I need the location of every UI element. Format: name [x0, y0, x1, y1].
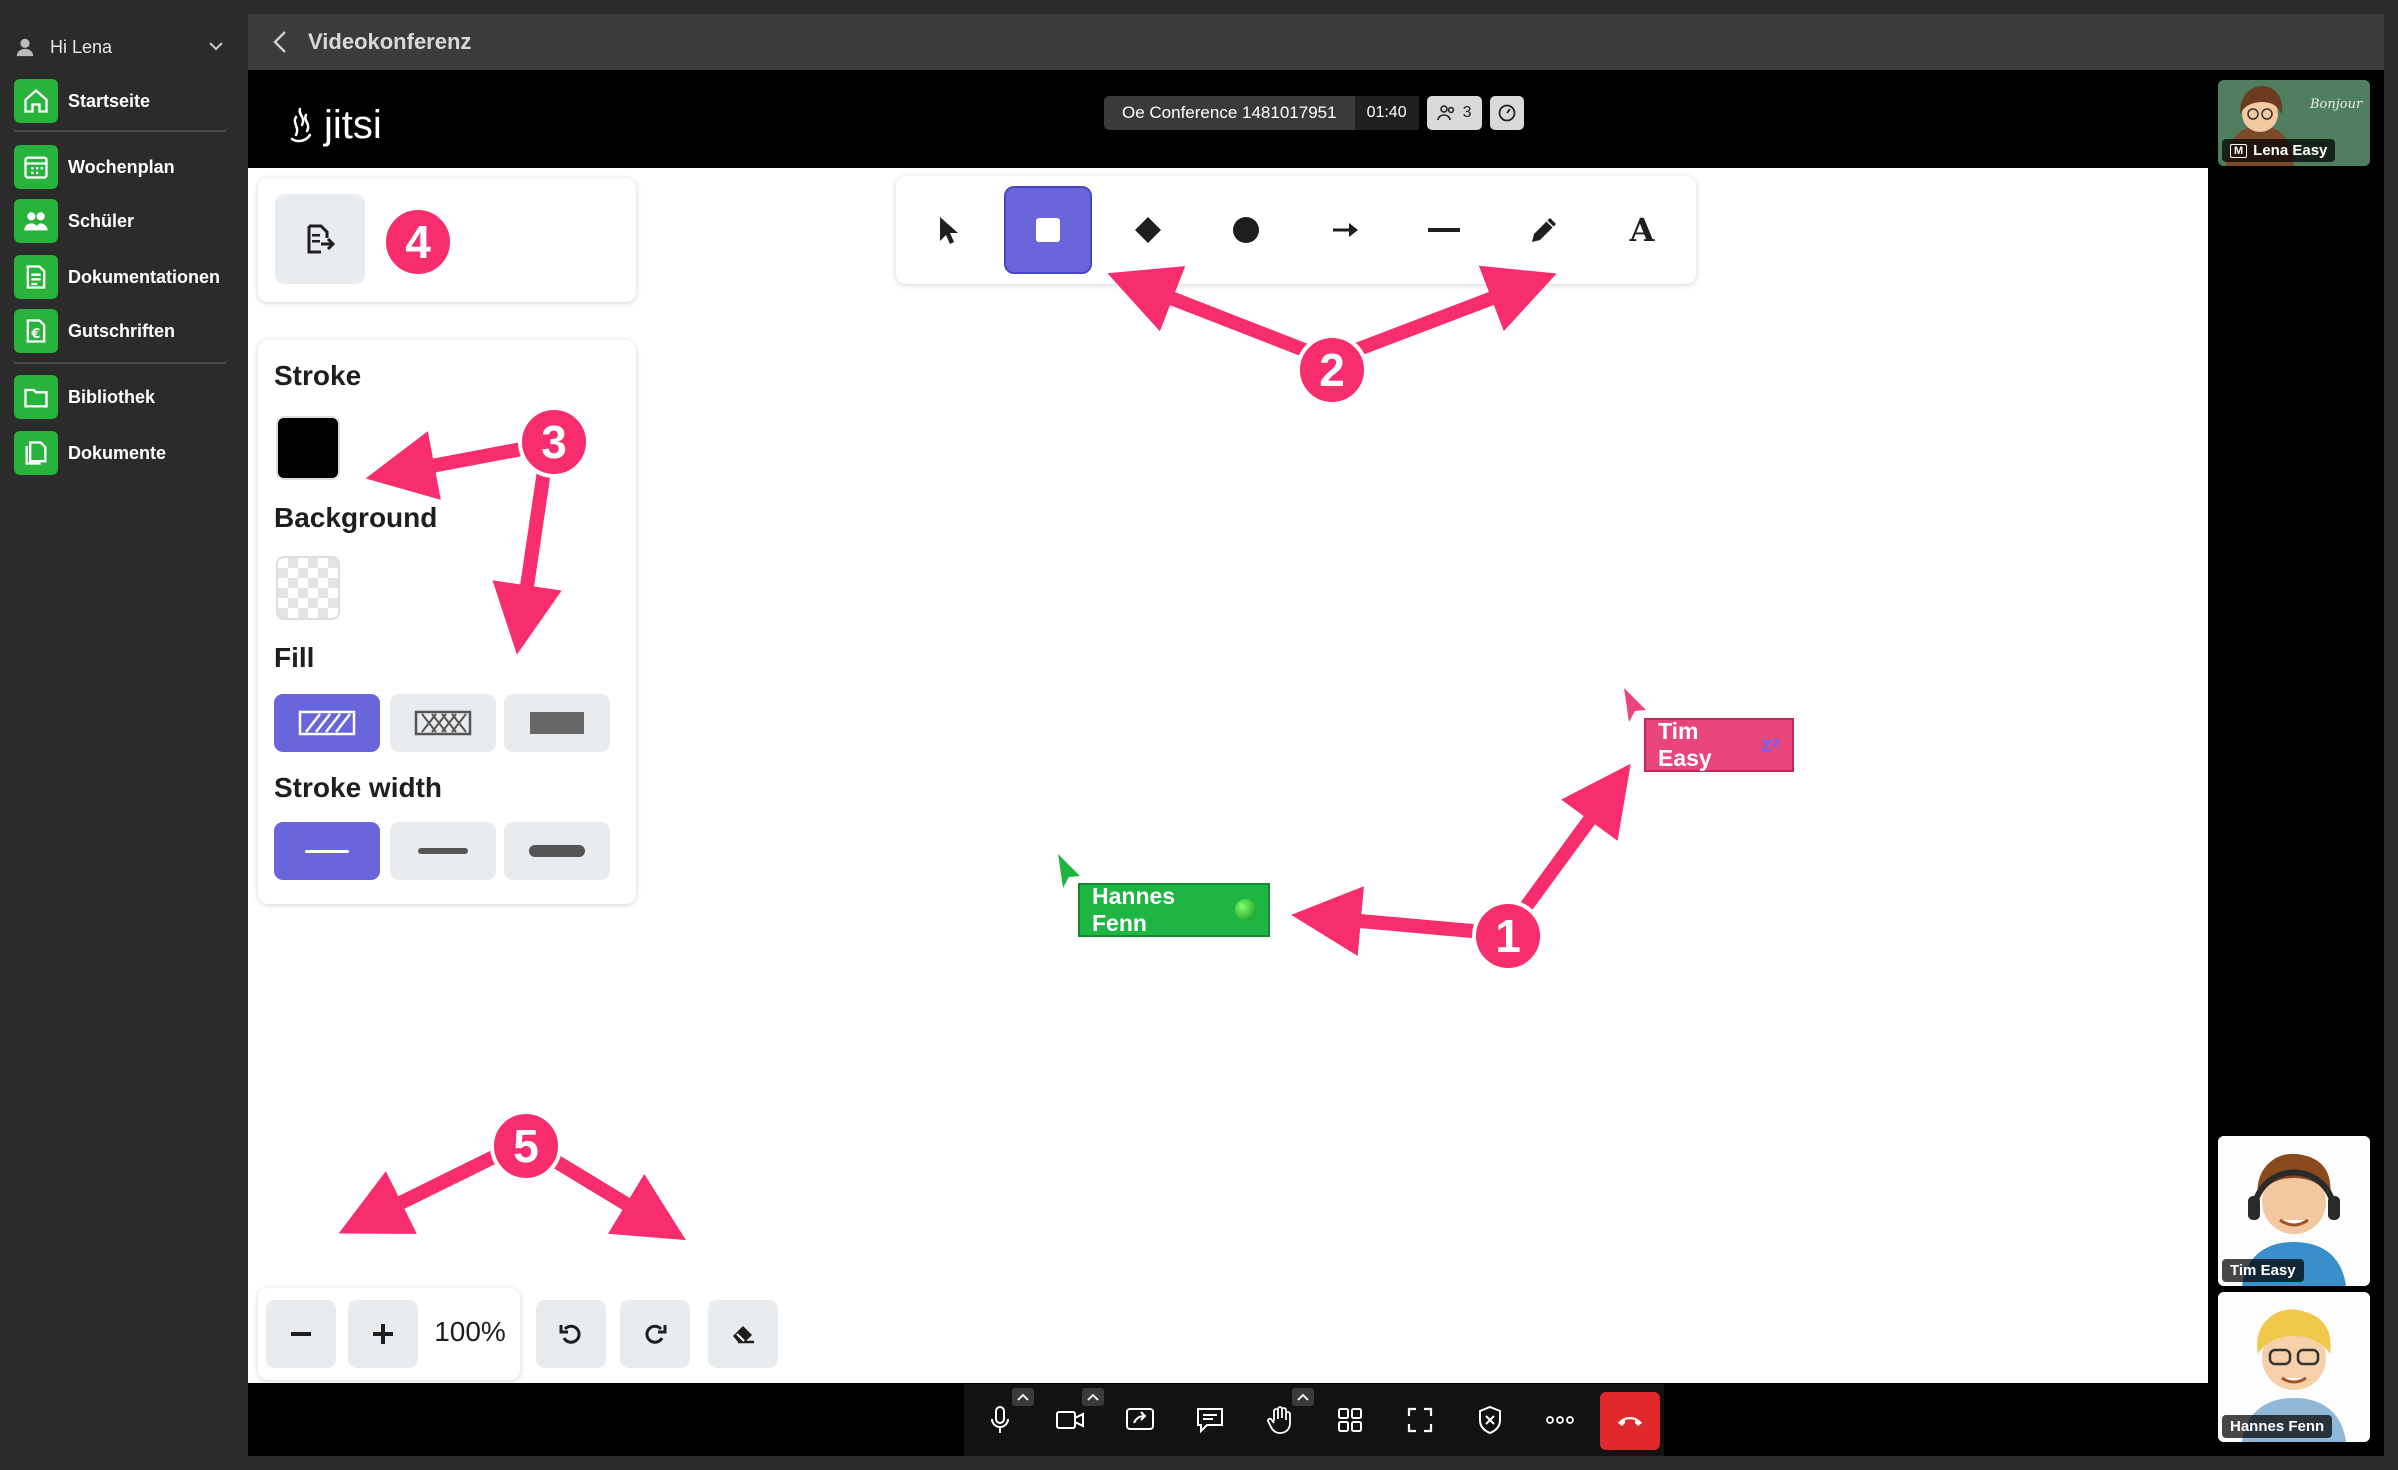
annotation-arrows [338, 265, 1631, 1241]
remote-video-hannes[interactable]: Hannes Fenn [2218, 1292, 2370, 1442]
svg-text:Bonjour: Bonjour [2309, 97, 2363, 112]
remote-name-label: Hannes Fenn [2222, 1415, 2333, 1438]
remote-video-tim[interactable]: Tim Easy [2218, 1136, 2370, 1286]
chevron-up-icon [1087, 1393, 1099, 1401]
tile-view-icon [1338, 1408, 1362, 1432]
app-root: Hi Lena Startseite Wochenplan Schüler Do… [0, 0, 2398, 1470]
hangup-button[interactable] [1600, 1392, 1660, 1450]
microphone-icon [991, 1406, 1009, 1433]
screenshare-icon [1126, 1408, 1154, 1430]
camera-icon [1056, 1411, 1084, 1429]
fullscreen-icon [1407, 1407, 1433, 1433]
annotation-badge-1: 1 [1472, 900, 1544, 972]
fullscreen-button[interactable] [1390, 1392, 1450, 1448]
screenshare-button[interactable] [1110, 1392, 1170, 1448]
moderator-badge: M [2230, 143, 2248, 158]
chevron-up-icon [1017, 1393, 1029, 1401]
chat-button[interactable] [1180, 1392, 1240, 1448]
local-name: Lena Easy [2253, 142, 2328, 159]
annotation-badge-3: 3 [518, 406, 590, 478]
remote-name-label: Tim Easy [2222, 1259, 2304, 1282]
security-button[interactable] [1460, 1392, 1520, 1448]
reactions-caret[interactable] [1292, 1388, 1314, 1406]
annotation-badge-5: 5 [490, 1110, 562, 1182]
annotation-badge-4: 4 [382, 206, 454, 278]
local-video-thumbnail[interactable]: Bonjour M Lena Easy [2218, 80, 2370, 166]
more-icon [1546, 1416, 1574, 1424]
chat-icon [1197, 1408, 1223, 1434]
annotation-badge-2: 2 [1296, 334, 1368, 406]
audio-settings-caret[interactable] [1012, 1388, 1034, 1406]
phone-hangup-icon [1618, 1417, 1642, 1426]
shield-icon [1479, 1405, 1501, 1435]
more-options-button[interactable] [1530, 1392, 1590, 1448]
chevron-up-icon [1297, 1393, 1309, 1401]
video-settings-caret[interactable] [1082, 1388, 1104, 1406]
hand-icon [1267, 1406, 1291, 1434]
tile-view-button[interactable] [1320, 1392, 1380, 1448]
local-name-label: M Lena Easy [2222, 139, 2336, 162]
